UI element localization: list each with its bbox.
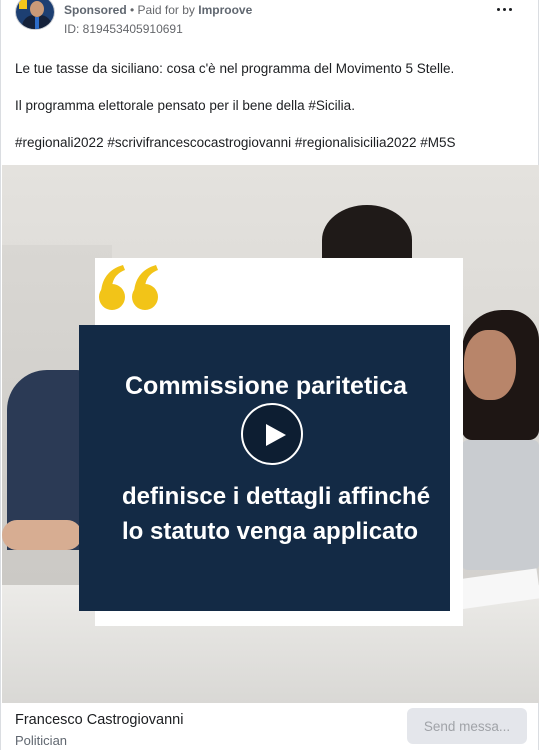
background-person-right-face — [464, 330, 516, 400]
play-button[interactable] — [241, 403, 303, 465]
more-options-icon[interactable] — [492, 0, 516, 18]
avatar-badge — [19, 0, 27, 9]
page-name[interactable]: Francesco Castrogiovanni — [15, 712, 183, 728]
page-avatar[interactable] — [15, 0, 55, 30]
background-hand — [2, 520, 82, 550]
navy-text-box: Commissione paritetica definisce i detta… — [79, 325, 450, 611]
avatar-head — [30, 1, 44, 17]
send-message-button[interactable]: Send messa... — [407, 708, 527, 744]
page-category: Politician — [15, 733, 68, 748]
play-icon — [266, 424, 286, 446]
post-hashtags[interactable]: #regionali2022 #scrivifrancescocastrogio… — [15, 134, 525, 152]
video-subtitle-text: definisce i dettagli affinché lo statuto… — [122, 483, 431, 545]
ad-card: Sponsored • Paid for by Improove ID: 819… — [0, 0, 539, 750]
post-text: Le tue tasse da siciliano: cosa c'è nel … — [15, 60, 525, 171]
ad-id: ID: 819453405910691 — [64, 22, 183, 36]
background-laptop — [462, 440, 539, 570]
paid-for-prefix: • Paid for by — [126, 3, 199, 17]
sponsored-line: Sponsored • Paid for by Improove — [64, 3, 252, 17]
quote-icon — [99, 265, 158, 310]
sponsored-label: Sponsored — [64, 3, 127, 17]
ad-header: Sponsored • Paid for by Improove ID: 819… — [1, 0, 538, 44]
avatar-tie — [35, 17, 39, 29]
post-line-2: Il programma elettorale pensato per il b… — [15, 98, 355, 113]
video-media[interactable]: Commissione paritetica definisce i detta… — [2, 165, 539, 703]
paid-for-name[interactable]: Improove — [198, 3, 252, 17]
video-title-text: Commissione paritetica — [125, 372, 408, 400]
post-line-1: Le tue tasse da siciliano: cosa c'è nel … — [15, 61, 455, 76]
